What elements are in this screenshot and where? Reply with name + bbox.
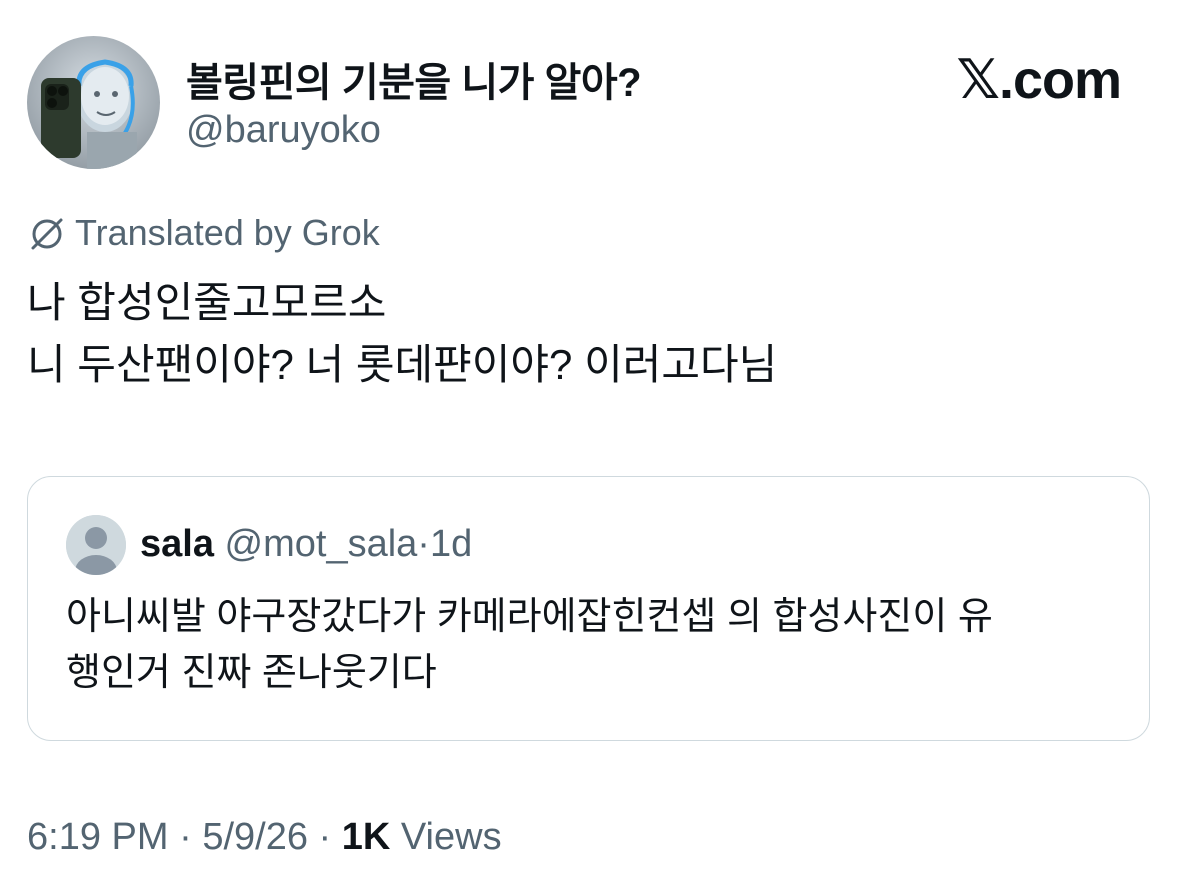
quote-line: 아니씨발 야구장갔다가 카메라에잡힌컨셉 의 합성사진이 유 — [66, 596, 993, 638]
quote-age[interactable]: 1d — [430, 523, 472, 565]
quote-header: sala @mot_sala·1d — [140, 523, 472, 566]
avatar[interactable] — [27, 36, 160, 169]
quote-author-handle[interactable]: @mot_sala — [225, 523, 418, 565]
views-label: Views — [400, 816, 502, 858]
author-handle[interactable]: @baruyoko — [186, 109, 381, 152]
tweet-line: 나 합성인줄고모르소 — [27, 279, 387, 326]
tweet-text: 나 합성인줄고모르소 니 두산팬이야? 너 롯데퍈이야? 이러고다님 — [27, 272, 777, 396]
translation-note: Translated by Grok — [27, 212, 380, 254]
robot-selfie-avatar-icon — [27, 36, 160, 169]
quote-separator: · — [417, 523, 430, 565]
views-count[interactable]: 1K — [342, 816, 391, 858]
quote-line: 행인거 진짜 존나웃기다 — [66, 652, 437, 694]
display-name[interactable]: 볼링핀의 기분을 니가 알아? — [186, 50, 642, 108]
default-user-avatar-icon — [66, 515, 126, 575]
footer-separator: · — [179, 816, 192, 858]
quote-text: 아니씨발 야구장갔다가 카메라에잡힌컨셉 의 합성사진이 유 행인거 진짜 존나… — [66, 589, 1126, 701]
post-date[interactable]: 5/9/26 — [202, 816, 308, 858]
quote-author-name[interactable]: sala — [140, 523, 214, 565]
translation-label: Translated by Grok — [75, 212, 380, 253]
quoted-tweet-card[interactable]: sala @mot_sala·1d 아니씨발 야구장갔다가 카메라에잡힌컨셉 의… — [27, 476, 1150, 741]
footer-separator: · — [318, 816, 332, 858]
quote-avatar[interactable] — [66, 515, 126, 575]
grok-icon — [27, 213, 67, 253]
tweet-line: 니 두산팬이야? 너 롯데퍈이야? 이러고다님 — [27, 341, 778, 388]
tweet-footer: 6:19 PM · 5/9/26 · 1K Views — [27, 816, 502, 859]
post-time[interactable]: 6:19 PM — [27, 816, 169, 858]
x-brand-logo: 𝕏.com — [956, 50, 1122, 110]
